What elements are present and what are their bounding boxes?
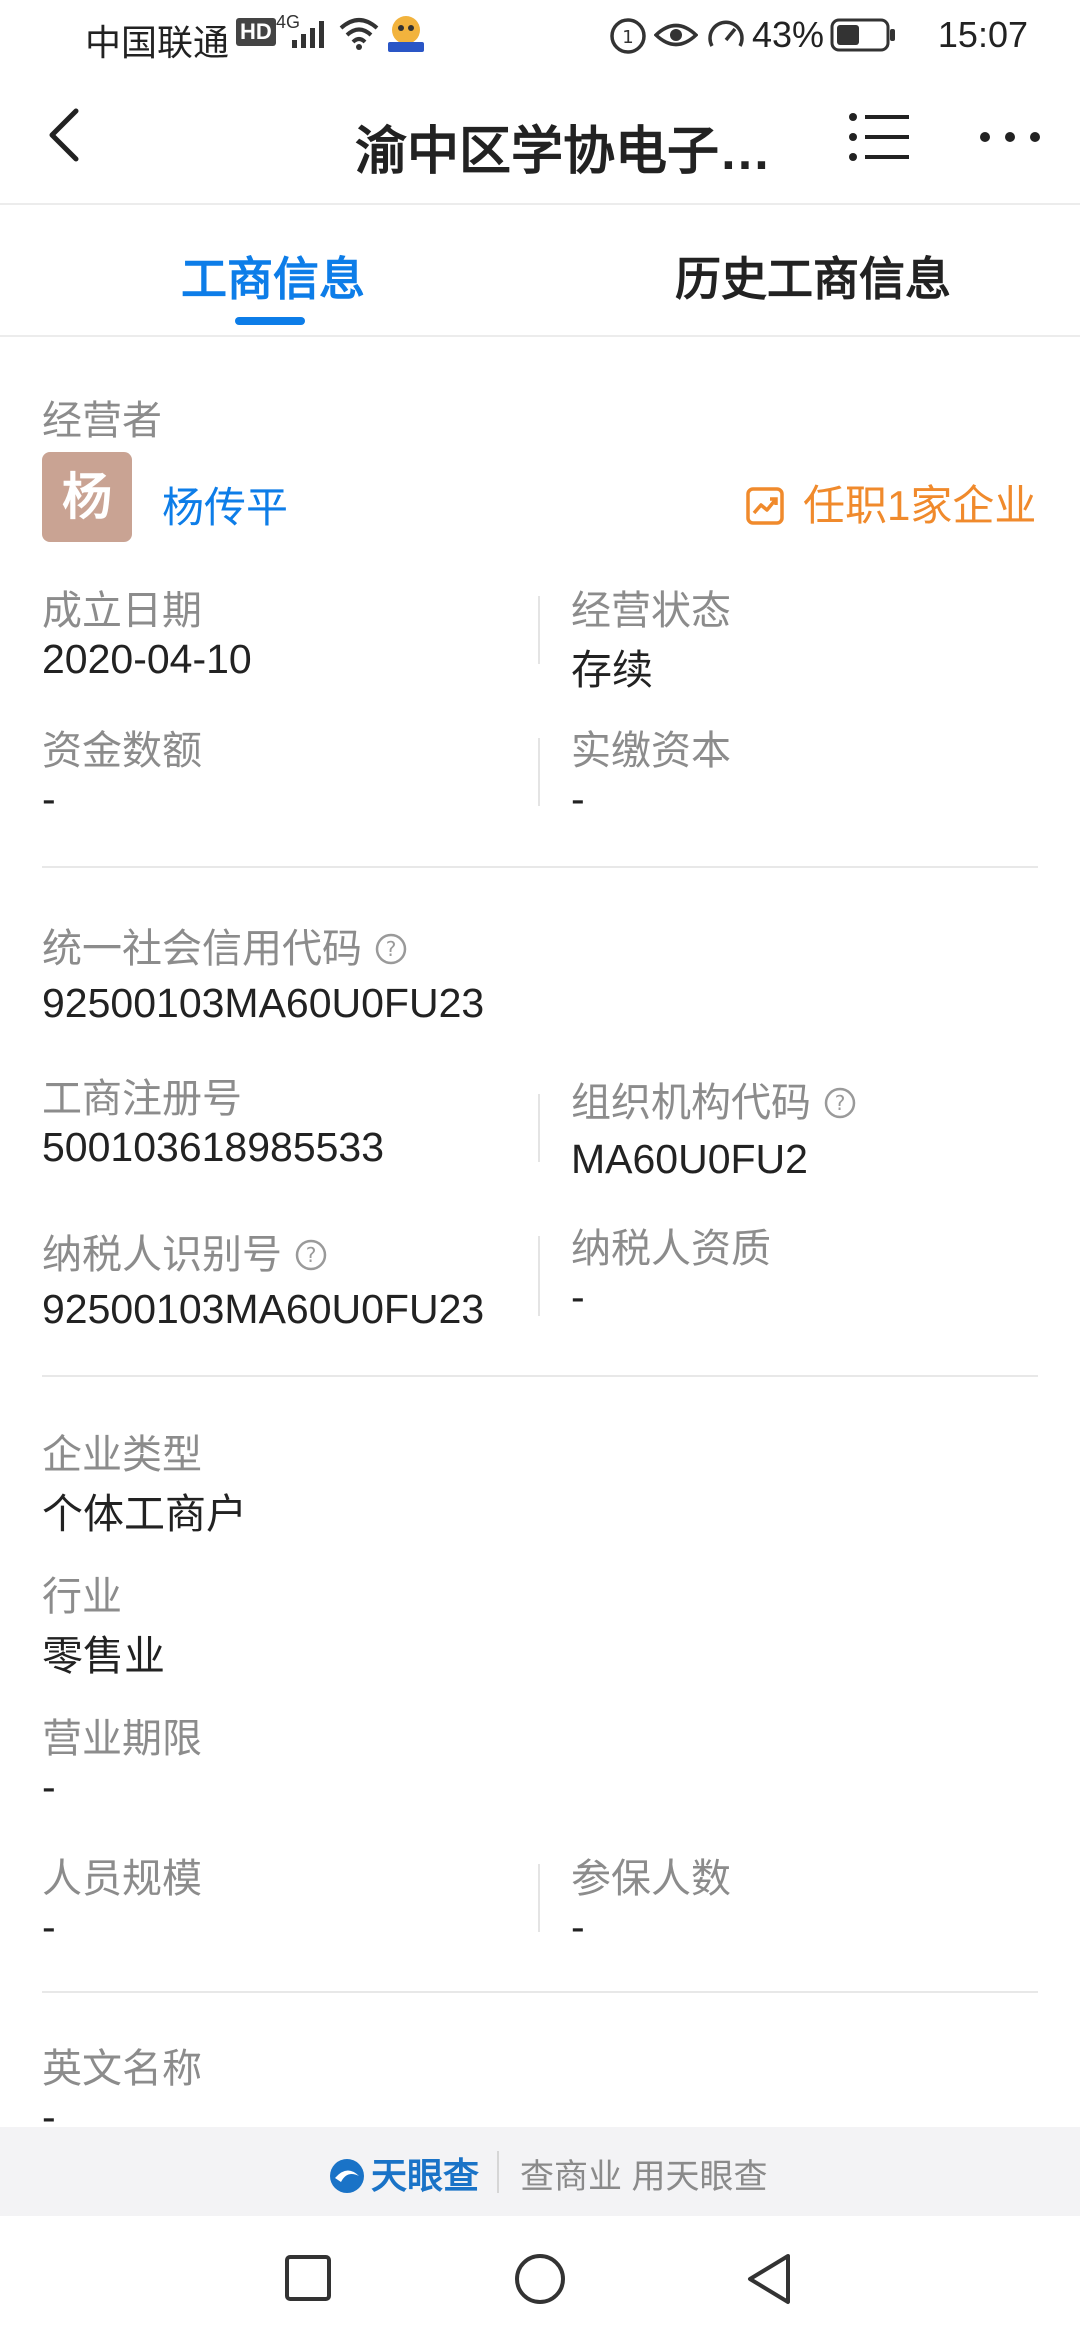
company-type-label: 企业类型 <box>42 1433 202 1477</box>
taxpayer-qualification-label: 纳税人资质 <box>571 1227 771 1271</box>
status-bar: 中国联通 HD 4G 1 43% 15:07 <box>0 0 1080 75</box>
column-divider <box>538 1094 540 1162</box>
brand-footer: 天眼查 查商业 用天眼查 <box>0 2127 1080 2216</box>
business-term-value: - <box>42 1764 56 1810</box>
svg-text:?: ? <box>306 1243 317 1267</box>
industry-label: 行业 <box>42 1575 122 1619</box>
system-navigation-bar <box>0 2216 1080 2340</box>
credit-code-value: 92500103MA60U0FU23 <box>42 980 485 1026</box>
paid-capital-value: - <box>571 776 585 822</box>
column-divider <box>538 738 540 806</box>
speed-icon <box>708 20 744 47</box>
established-date-label: 成立日期 <box>42 589 202 633</box>
operating-status-label: 经营状态 <box>571 589 731 633</box>
chart-trend-icon <box>746 487 784 525</box>
tab-bar: 工商信息 历史工商信息 <box>0 205 1080 337</box>
wifi-icon <box>339 18 379 50</box>
avatar[interactable]: 杨 <box>42 452 132 542</box>
active-tab-indicator <box>235 317 305 325</box>
company-type-value: 个体工商户 <box>42 1491 247 1537</box>
staff-size-label: 人员规模 <box>42 1857 202 1901</box>
battery-percent: 43% <box>752 14 825 55</box>
registration-number-label: 工商注册号 <box>42 1077 242 1121</box>
svg-text:?: ? <box>386 937 397 961</box>
org-code-value: MA60U0FU2 <box>571 1136 808 1182</box>
operator-name-link[interactable]: 杨传平 <box>162 474 288 535</box>
eye-comfort-icon <box>654 23 698 47</box>
positions-count: 任职1家企业 <box>803 482 1037 529</box>
taxpayer-qualification-value: - <box>571 1274 585 1320</box>
column-divider <box>538 1864 540 1932</box>
brand-logo: 天眼查 <box>327 2147 479 2199</box>
operator-label: 经营者 <box>42 399 162 443</box>
more-options-icon[interactable] <box>975 107 1045 167</box>
credit-code-label-text: 统一社会信用代码 <box>42 927 362 971</box>
paid-capital-label: 实缴资本 <box>571 729 731 773</box>
page-title: 渝中区学协电子… <box>355 123 772 181</box>
top-nav-bar: 渝中区学协电子… <box>0 75 1080 205</box>
staff-size-value: - <box>42 1904 56 1950</box>
positions-link[interactable]: 任职1家企业 <box>745 472 1036 533</box>
section-divider <box>42 866 1038 868</box>
home-icon[interactable] <box>513 2252 567 2306</box>
recent-apps-icon[interactable] <box>284 2254 332 2302</box>
brand-name: 天眼查 <box>371 2155 480 2196</box>
taxpayer-id-label-text: 纳税人识别号 <box>42 1233 282 1277</box>
tianyancha-logo-icon <box>330 2159 364 2193</box>
carrier-name: 中国联通 <box>85 22 230 63</box>
back-arrow-icon[interactable] <box>40 105 100 165</box>
section-divider <box>42 1375 1038 1377</box>
help-icon[interactable]: ? <box>374 932 408 966</box>
data-saver-icon: 1 <box>610 18 646 54</box>
signal-icon <box>292 21 324 48</box>
catalog-list-icon[interactable] <box>845 107 915 167</box>
credit-code-label: 统一社会信用代码? <box>42 916 408 974</box>
industry-value: 零售业 <box>42 1633 165 1679</box>
tab-history-business-info[interactable]: 历史工商信息 <box>675 243 951 309</box>
registration-number-value: 500103618985533 <box>42 1124 385 1170</box>
svg-text:?: ? <box>835 1091 846 1115</box>
section-divider <box>42 1991 1038 1993</box>
brand-slogan: 查商业 用天眼查 <box>520 2158 768 2196</box>
svg-text:1: 1 <box>622 27 633 48</box>
clock: 15:07 <box>937 14 1028 55</box>
business-term-label: 营业期限 <box>42 1717 202 1761</box>
taxpayer-id-label: 纳税人识别号? <box>42 1222 328 1280</box>
org-code-label-text: 组织机构代码 <box>571 1081 811 1125</box>
established-date-value: 2020-04-10 <box>42 636 252 682</box>
footer-divider <box>497 2151 499 2193</box>
insured-count-label: 参保人数 <box>571 1857 731 1901</box>
capital-amount-value: - <box>42 776 56 822</box>
operating-status-value: 存续 <box>571 647 653 693</box>
org-code-label: 组织机构代码? <box>571 1070 857 1128</box>
english-name-label: 英文名称 <box>42 2047 202 2091</box>
tab-business-info[interactable]: 工商信息 <box>181 243 365 309</box>
capital-amount-label: 资金数额 <box>42 729 202 773</box>
app-notification-icon <box>388 16 424 52</box>
insured-count-value: - <box>571 1904 585 1950</box>
column-divider <box>538 1236 540 1316</box>
hd-badge: HD <box>236 18 276 46</box>
taxpayer-id-value: 92500103MA60U0FU23 <box>42 1286 485 1332</box>
help-icon[interactable]: ? <box>294 1238 328 1272</box>
help-icon[interactable]: ? <box>823 1086 857 1120</box>
back-triangle-icon[interactable] <box>744 2252 794 2306</box>
column-divider <box>538 596 540 664</box>
battery-icon <box>830 18 895 52</box>
